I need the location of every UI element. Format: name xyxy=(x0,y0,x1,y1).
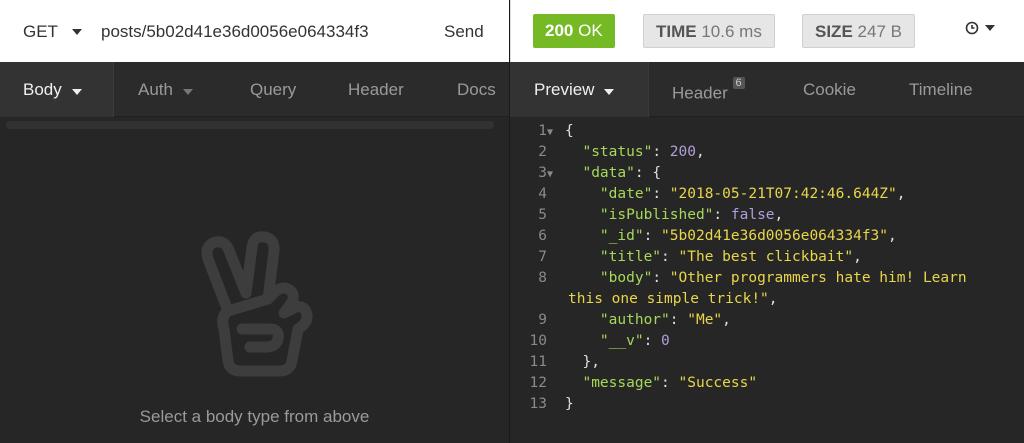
chevron-down-icon xyxy=(985,25,995,31)
code-line: 6 "_id": "5b02d41e36d0056e064334f3", xyxy=(538,228,897,244)
code-line: 11 }, xyxy=(529,354,600,370)
peace-hand-icon xyxy=(201,231,313,377)
response-status-bar: 200 OK TIME 10.6 ms SIZE 247 B xyxy=(510,0,1024,62)
code-line: 4 "date": "2018-05-21T07:42:46.644Z", xyxy=(538,186,906,202)
chevron-down-icon xyxy=(182,89,193,95)
tab-header[interactable]: Header xyxy=(348,62,404,117)
response-tabs: Preview Header 6 Cookie Timeline xyxy=(510,62,1024,117)
method-label: GET xyxy=(23,22,58,41)
clock-icon xyxy=(965,21,979,35)
chevron-down-icon xyxy=(71,29,82,35)
tab-auth[interactable]: Auth xyxy=(138,62,193,117)
size-badge: SIZE 247 B xyxy=(802,14,915,48)
code-line-wrapped: this one simple trick!", xyxy=(568,291,778,307)
method-select[interactable]: GET xyxy=(23,22,82,42)
fold-arrow-icon[interactable]: ▼ xyxy=(547,164,565,185)
code-line: 3▼ "data": { xyxy=(510,163,661,184)
response-json-viewer[interactable]: 1▼{ 2 "status": 200, 3▼ "data": { 4 "dat… xyxy=(510,117,1024,443)
code-line: 12 "message": "Success" xyxy=(529,375,758,391)
tab-timeline[interactable]: Timeline xyxy=(909,62,973,117)
request-body-panel: Select a body type from above xyxy=(0,117,509,443)
chevron-down-icon xyxy=(71,89,82,95)
code-line: 7 "title": "The best clickbait", xyxy=(538,249,862,265)
tab-response-header[interactable]: Header 6 xyxy=(672,62,745,117)
url-input[interactable]: posts/5b02d41e36d0056e064334f3 xyxy=(101,22,411,42)
code-line: 1▼{ xyxy=(510,121,573,143)
tab-preview[interactable]: Preview xyxy=(510,62,648,117)
tab-body[interactable]: Body xyxy=(0,62,113,117)
tab-docs[interactable]: Docs xyxy=(457,62,496,117)
code-line: 2 "status": 200, xyxy=(538,144,705,160)
code-line: 9 "author": "Me", xyxy=(538,312,731,328)
request-bar: GET posts/5b02d41e36d0056e064334f3 Send xyxy=(0,0,509,62)
status-badge: 200 OK xyxy=(533,14,615,48)
time-badge: TIME 10.6 ms xyxy=(643,14,775,48)
send-button[interactable]: Send xyxy=(444,22,484,42)
request-tabs: Body Auth Query Header Docs xyxy=(0,62,509,117)
fold-arrow-icon[interactable]: ▼ xyxy=(547,122,565,143)
scrollbar[interactable] xyxy=(6,121,494,129)
tab-divider xyxy=(113,62,114,117)
code-line: 10 "__v": 0 xyxy=(529,333,670,349)
chevron-down-icon xyxy=(604,89,615,95)
empty-state-text: Select a body type from above xyxy=(139,407,370,426)
tab-divider xyxy=(648,62,649,117)
header-count-badge: 6 xyxy=(732,77,745,89)
tab-cookie[interactable]: Cookie xyxy=(803,62,856,117)
tab-query[interactable]: Query xyxy=(250,62,296,117)
code-line: 13} xyxy=(529,396,574,412)
code-line: 8 "body": "Other programmers hate him! L… xyxy=(538,270,967,286)
code-line: 5 "isPublished": false, xyxy=(538,207,784,223)
history-dropdown[interactable] xyxy=(965,21,995,35)
